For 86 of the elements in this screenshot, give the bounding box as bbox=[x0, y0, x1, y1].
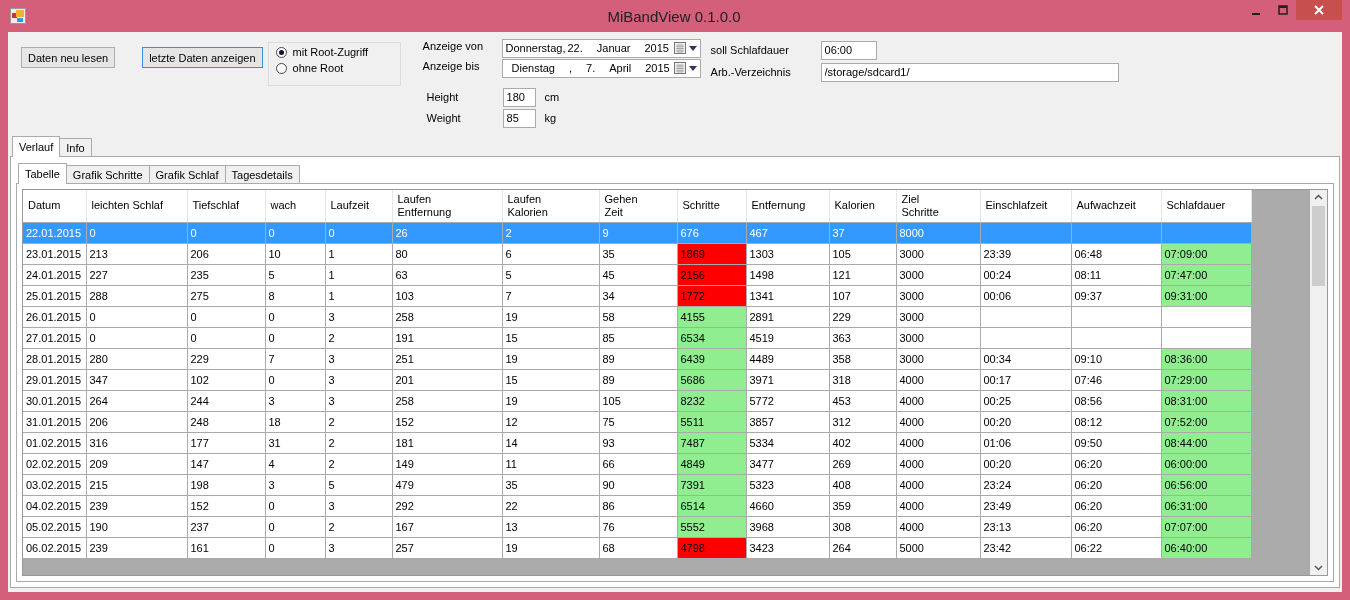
column-header[interactable]: Tiefschlaf bbox=[187, 190, 265, 222]
tab[interactable]: Grafik Schlaf bbox=[148, 165, 226, 183]
column-header[interactable]: Laufen Entfernung bbox=[392, 190, 502, 222]
table-row[interactable]: 01.02.2015 316 177 31 2 181 14 93 7487 5334 402 4000 01:06 09:50 08:44:00 bbox=[23, 432, 1251, 453]
tab[interactable]: Verlauf bbox=[12, 136, 61, 157]
app-icon bbox=[10, 8, 26, 24]
table-cell: 24.01.2015 bbox=[23, 264, 86, 285]
date-picker[interactable]: Donnerstag, 22. Januar 2015 bbox=[501, 38, 701, 58]
table-cell: 29.01.2015 bbox=[23, 369, 86, 390]
table-cell: 01.02.2015 bbox=[23, 432, 86, 453]
field-label: soll Schlafdauer bbox=[710, 44, 790, 56]
table-cell: 25.01.2015 bbox=[23, 285, 86, 306]
table-cell: 30.01.2015 bbox=[23, 390, 86, 411]
field-label: Weight bbox=[425, 112, 462, 124]
radio-button[interactable] bbox=[275, 46, 287, 58]
table-cell: 06.02.2015 bbox=[23, 537, 86, 558]
table-row[interactable]: 23.01.2015 213 206 10 1 80 6 35 1869 1303 105 3000 23:39 06:48 07:09:00 bbox=[23, 243, 1251, 264]
column-header[interactable]: Schlafdauer bbox=[1161, 190, 1251, 222]
scroll-thumb[interactable] bbox=[1312, 206, 1325, 286]
table-row[interactable]: 26.01.2015 0 0 0 3 258 19 58 4155 2891 229 3000 bbox=[23, 306, 1251, 327]
height-field[interactable]: 180 bbox=[502, 87, 536, 107]
calendar-icon bbox=[673, 62, 686, 74]
minimize-icon bbox=[1251, 13, 1260, 15]
maximize-icon bbox=[1277, 5, 1288, 15]
table-cell: 31.01.2015 bbox=[23, 411, 86, 432]
field-label: Anzeige bis bbox=[422, 60, 481, 72]
column-header[interactable]: Gehen Zeit bbox=[599, 190, 677, 222]
table-row[interactable]: 02.02.2015 209 147 4 2 149 11 66 4849 3477 269 4000 00:20 06:20 06:00:00 bbox=[23, 453, 1251, 474]
tab[interactable]: Info bbox=[59, 138, 92, 156]
action-button[interactable]: letzte Daten anzeigen bbox=[142, 47, 263, 68]
column-header[interactable]: leichten Schlaf bbox=[86, 190, 187, 222]
calendar-icon bbox=[673, 42, 686, 54]
close-button[interactable] bbox=[1296, 0, 1342, 20]
weight-field[interactable]: 85 bbox=[502, 108, 536, 128]
column-header[interactable]: wach bbox=[265, 190, 325, 222]
table-row[interactable]: 29.01.2015 347 102 0 3 201 15 89 5686 3971 318 4000 00:17 07:46 07:29:00 bbox=[23, 369, 1251, 390]
column-header[interactable]: Datum bbox=[23, 190, 86, 222]
radio-button[interactable] bbox=[275, 62, 287, 74]
table-row[interactable]: 25.01.2015 288 275 8 1 103 7 34 1772 1341 107 3000 00:06 09:37 09:31:00 bbox=[23, 285, 1251, 306]
field-label: Anzeige von bbox=[422, 40, 485, 52]
window-title: MiBandView 0.1.0.0 bbox=[606, 7, 742, 25]
column-header[interactable]: Laufzeit bbox=[325, 190, 392, 222]
table-row[interactable]: 03.02.2015 215 198 3 5 479 35 90 7391 5323 408 4000 23:24 06:20 06:56:00 bbox=[23, 474, 1251, 495]
scroll-down-icon[interactable] bbox=[1314, 565, 1323, 571]
table-row[interactable]: 28.01.2015 280 229 7 3 251 19 89 6439 4489 358 3000 00:34 09:10 08:36:00 bbox=[23, 348, 1251, 369]
table-cell: 26.01.2015 bbox=[23, 306, 86, 327]
unit-label: cm bbox=[544, 91, 560, 103]
table-row[interactable]: 24.01.2015 227 235 5 1 63 5 45 2156 1498 121 3000 00:24 08:11 07:47:00 bbox=[23, 264, 1251, 285]
dropdown-arrow-icon bbox=[688, 65, 697, 71]
table-row[interactable]: 05.02.2015 190 237 0 2 167 13 76 5552 3968 308 4000 23:13 06:20 07:07:00 bbox=[23, 516, 1251, 537]
radio-label[interactable]: ohne Root bbox=[292, 62, 344, 74]
column-header[interactable]: Aufwachzeit bbox=[1071, 190, 1161, 222]
scrollbar[interactable] bbox=[1310, 190, 1327, 575]
table-cell: 05.02.2015 bbox=[23, 516, 86, 537]
column-header[interactable]: Einschlafzeit bbox=[980, 190, 1071, 222]
field-label: Arb.-Verzeichnis bbox=[710, 66, 792, 78]
scroll-up-icon[interactable] bbox=[1314, 194, 1323, 200]
radio-label[interactable]: mit Root-Zugriff bbox=[292, 46, 369, 58]
sleep-duration-field[interactable]: 06:00 bbox=[820, 40, 877, 60]
table-row[interactable]: 04.02.2015 239 152 0 3 292 22 86 6514 4660 359 4000 23:49 06:20 06:31:00 bbox=[23, 495, 1251, 516]
table-cell: 22.01.2015 bbox=[23, 222, 86, 243]
tab[interactable]: Tabelle bbox=[18, 163, 67, 184]
table-row[interactable]: 06.02.2015 239 161 0 3 257 19 68 4798 3423 264 5000 23:42 06:22 06:40:00 bbox=[23, 537, 1251, 558]
close-icon bbox=[1313, 4, 1325, 16]
unit-label: kg bbox=[544, 112, 557, 124]
field-label: Height bbox=[425, 91, 460, 103]
date-picker[interactable]: Dienstag , 7. April 2015 bbox=[501, 58, 701, 78]
tab[interactable]: Grafik Schritte bbox=[65, 165, 150, 183]
table-row[interactable]: 27.01.2015 0 0 0 2 191 15 85 6534 4519 363 3000 bbox=[23, 327, 1251, 348]
column-header[interactable]: Kalorien bbox=[829, 190, 896, 222]
table-row[interactable]: 30.01.2015 264 244 3 3 258 19 105 8232 5772 453 4000 00:25 08:56 08:31:00 bbox=[23, 390, 1251, 411]
table-cell: 04.02.2015 bbox=[23, 495, 86, 516]
table-cell: 27.01.2015 bbox=[23, 327, 86, 348]
column-header[interactable]: Entfernung bbox=[746, 190, 829, 222]
dropdown-arrow-icon bbox=[688, 45, 697, 51]
column-header[interactable]: Ziel Schritte bbox=[896, 190, 980, 222]
table-row[interactable]: 31.01.2015 206 248 18 2 152 12 75 5511 3857 312 4000 00:20 08:12 07:52:00 bbox=[23, 411, 1251, 432]
column-header[interactable]: Schritte bbox=[677, 190, 746, 222]
column-header[interactable]: Laufen Kalorien bbox=[502, 190, 599, 222]
table-cell: 23.01.2015 bbox=[23, 243, 86, 264]
action-button[interactable]: Daten neu lesen bbox=[21, 47, 116, 68]
table-cell: 28.01.2015 bbox=[23, 348, 86, 369]
tab[interactable]: Tagesdetails bbox=[224, 165, 300, 183]
table-cell: 03.02.2015 bbox=[23, 474, 86, 495]
directory-field[interactable]: /storage/sdcard1/ bbox=[820, 62, 1119, 82]
table-cell: 02.02.2015 bbox=[23, 453, 86, 474]
